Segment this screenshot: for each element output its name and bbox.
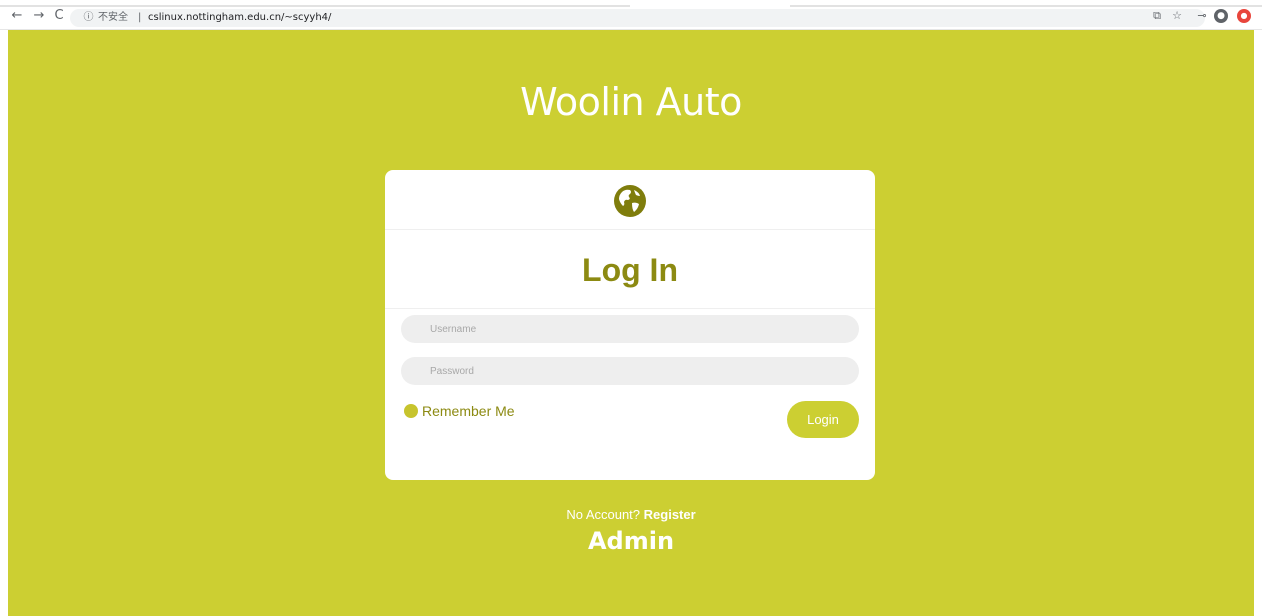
url-text[interactable]: cslinux.nottingham.edu.cn/~scyyh4/ <box>148 12 331 24</box>
back-button[interactable]: ← <box>10 9 24 23</box>
login-title: Log In <box>582 252 678 288</box>
bookmark-star-icon[interactable]: ☆ <box>1170 9 1184 23</box>
globe-icon <box>614 185 646 217</box>
page-background: Woolin Auto Log In Remember Me Login No … <box>8 30 1254 616</box>
admin-link[interactable]: Admin <box>8 527 1254 555</box>
login-button[interactable]: Login <box>787 401 859 438</box>
reload-icon: C <box>54 8 64 23</box>
arrow-right-icon: → <box>33 8 45 23</box>
remember-me-toggle[interactable]: Remember Me <box>404 402 515 420</box>
profile-icon[interactable]: ● <box>1214 9 1228 23</box>
no-account-line: No Account? Register <box>8 507 1254 522</box>
browser-toolbar: ← → C ⓘ 不安全 | cslinux.nottingham.edu.cn/… <box>0 0 1262 30</box>
info-icon[interactable]: ⓘ <box>82 11 95 24</box>
tab-strip <box>0 0 1262 8</box>
tab-strip-segment <box>0 5 630 7</box>
forward-button[interactable]: → <box>32 9 46 23</box>
site-title: Woolin Auto <box>520 80 742 124</box>
card-header <box>385 170 875 230</box>
radio-dot-icon[interactable] <box>404 404 418 418</box>
address-bar[interactable]: ⓘ 不安全 | cslinux.nottingham.edu.cn/~scyyh… <box>70 9 1205 27</box>
arrow-left-icon: ← <box>11 8 23 23</box>
reload-button[interactable]: C <box>52 9 66 23</box>
key-icon[interactable]: ⊸ <box>1195 9 1209 23</box>
no-account-text: No Account? <box>566 507 641 522</box>
tab-strip-segment <box>790 5 1262 7</box>
divider <box>385 308 875 309</box>
security-label: 不安全 <box>98 12 128 23</box>
password-input[interactable] <box>401 357 859 385</box>
register-link[interactable]: Register <box>644 507 696 522</box>
remember-me-label: Remember Me <box>422 403 515 419</box>
extension-icon[interactable]: ● <box>1237 9 1251 23</box>
username-input[interactable] <box>401 315 859 343</box>
url-separator: | <box>138 12 142 23</box>
translate-icon[interactable]: ⧉ <box>1150 9 1164 23</box>
login-card: Log In Remember Me Login <box>385 170 875 480</box>
